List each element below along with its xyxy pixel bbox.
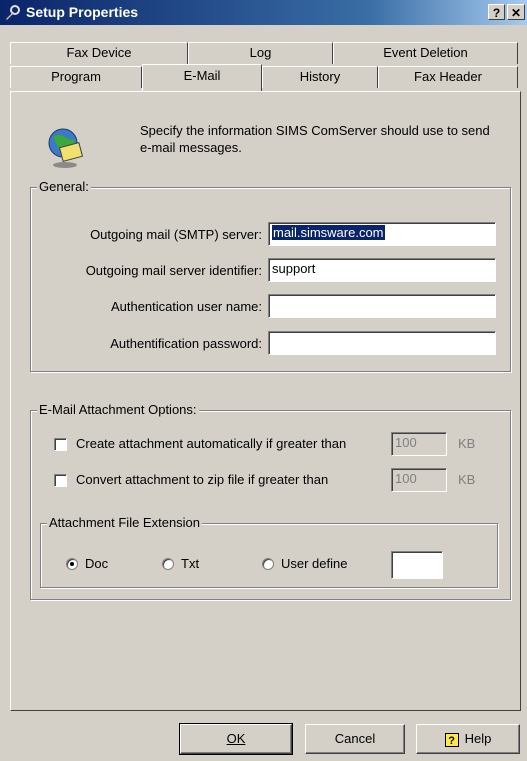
zip-attachment-unit: KB [458,472,476,487]
ok-button[interactable]: OK [179,723,293,755]
auth-user-field[interactable] [268,294,496,318]
help-button[interactable]: ? Help [416,724,520,754]
help-button-label: Help [464,731,492,746]
title-bar: Setup Properties ? ✕ [0,0,527,25]
tab-fax-header[interactable]: Fax Header [378,66,518,88]
smtp-server-field[interactable]: mail.simsware.com [268,222,496,246]
auto-attachment-size-field[interactable]: 100 [391,432,447,456]
radio-doc[interactable] [66,558,78,570]
auth-pass-label: Authentification password: [110,336,262,351]
file-extension-legend: Attachment File Extension [47,515,203,531]
help-icon: ? [444,732,459,747]
zip-attachment-checkbox[interactable] [54,474,67,487]
window-title: Setup Properties [26,4,139,20]
wrench-icon [5,5,20,21]
auth-password-field[interactable] [268,331,496,355]
radio-selected-dot [70,562,74,566]
ok-button-label: OK [226,731,246,746]
close-button[interactable]: ✕ [507,4,525,20]
radio-user-define-label[interactable]: User define [281,556,347,572]
tab-event-deletion[interactable]: Event Deletion [333,42,518,64]
radio-txt[interactable] [162,558,174,570]
tab-program[interactable]: Program [10,66,142,88]
auto-attachment-checkbox[interactable] [54,438,67,451]
intro-text: Specify the information SIMS ComServer s… [140,123,490,155]
help-title-button[interactable]: ? [488,4,505,20]
auto-attachment-unit: KB [458,436,476,451]
radio-user-define[interactable] [262,558,274,570]
email-globe-icon [48,128,84,168]
auth-user-label: Authentication user name: [110,299,262,314]
tab-email[interactable]: E-Mail [142,64,262,91]
tab-log[interactable]: Log [188,42,333,64]
tab-history[interactable]: History [262,66,378,88]
radio-doc-label[interactable]: Doc [85,556,108,572]
identifier-label: Outgoing mail server identifier: [85,263,262,278]
zip-attachment-label[interactable]: Convert attachment to zip file if greate… [76,472,328,488]
attachment-options-legend: E-Mail Attachment Options: [37,402,199,418]
smtp-label: Outgoing mail (SMTP) server: [90,227,262,242]
cancel-button[interactable]: Cancel [305,724,405,754]
zip-attachment-size-field[interactable]: 100 [391,468,447,492]
radio-txt-label[interactable]: Txt [181,556,199,572]
general-legend: General: [37,179,91,195]
user-define-extension-field[interactable] [391,551,443,579]
auto-attachment-label[interactable]: Create attachment automatically if great… [76,436,346,452]
server-identifier-field[interactable]: support [268,258,496,282]
tab-fax-device[interactable]: Fax Device [10,42,188,64]
